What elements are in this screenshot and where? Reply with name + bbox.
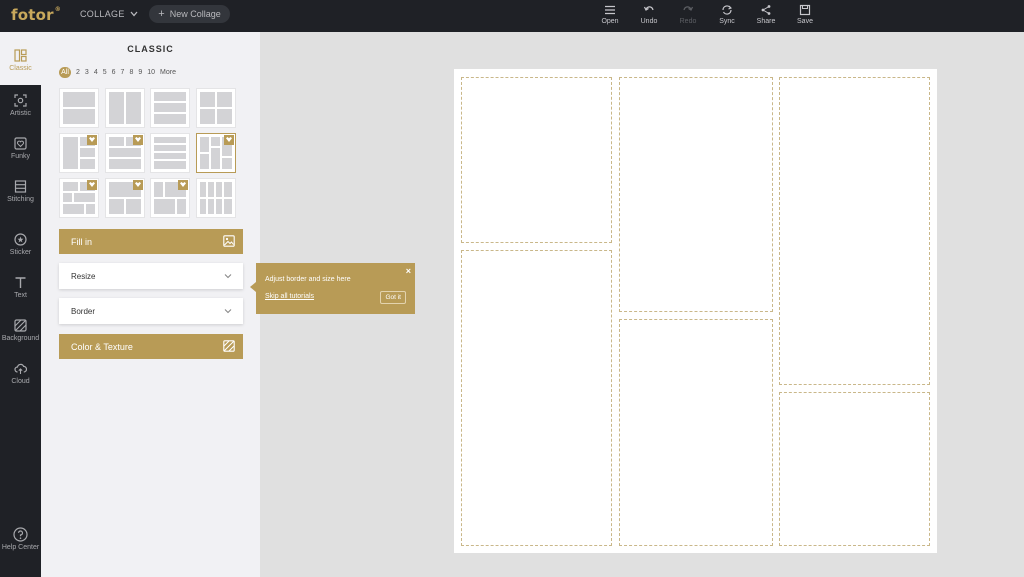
chevron-down-icon [224,309,232,314]
photo-slot[interactable] [461,250,612,546]
sync-button[interactable]: Sync [712,4,742,25]
filter-5[interactable]: 5 [103,69,107,76]
got-it-button[interactable]: Got it [380,291,406,304]
resize-dropdown[interactable]: Resize [59,263,243,289]
photo-slot[interactable] [461,77,612,243]
layout-count-filter: All 2 3 4 5 6 7 8 9 10 More [59,67,176,78]
cloud-icon [14,363,27,374]
artistic-icon [14,94,27,107]
premium-badge-icon [133,180,143,190]
image-icon [223,235,235,247]
open-button[interactable]: Open [595,4,625,25]
share-button[interactable]: Share [751,4,781,25]
panel-title: CLASSIC [127,44,174,54]
photo-slot[interactable] [779,77,930,385]
stitching-icon [14,180,27,193]
mode-selector[interactable]: COLLAGE [80,9,138,19]
nav-classic[interactable]: Classic [0,32,41,85]
layout-template[interactable] [150,88,190,128]
nav-stitching[interactable]: Stitching [0,180,41,203]
layout-template[interactable] [150,133,190,173]
chevron-down-icon [130,11,138,17]
funky-heart-icon [14,137,27,150]
nav-text[interactable]: Text [0,276,41,299]
filter-more[interactable]: More [160,69,176,76]
filter-10[interactable]: 10 [147,69,155,76]
left-nav: Classic Artistic Funky Stitching Sticker… [0,32,41,577]
new-collage-label: New Collage [169,9,221,19]
color-texture-button[interactable]: Color & Texture [59,334,243,359]
premium-badge-icon [87,180,97,190]
menu-icon [605,5,615,15]
plus-icon: + [158,7,165,20]
classic-layout-icon [14,49,27,62]
layout-template[interactable] [196,88,236,128]
sync-icon [722,5,732,15]
redo-icon [683,6,694,11]
close-icon[interactable]: × [406,266,411,276]
nav-background[interactable]: Background [0,319,41,342]
tutorial-tooltip: × Adjust border and size here Skip all t… [250,263,415,314]
skip-tutorials-link[interactable]: Skip all tutorials [265,293,314,300]
layout-template[interactable] [105,133,145,173]
filter-all[interactable]: All [59,67,71,78]
layout-template[interactable] [105,178,145,218]
layout-template-selected[interactable] [196,133,236,173]
redo-button[interactable]: Redo [673,4,703,25]
photo-slot[interactable] [619,319,773,546]
texture-icon [223,340,235,352]
filter-8[interactable]: 8 [129,69,133,76]
tooltip-text: Adjust border and size here [265,276,351,283]
layout-template[interactable] [105,88,145,128]
filter-9[interactable]: 9 [138,69,142,76]
undo-icon [643,6,654,11]
nav-funky[interactable]: Funky [0,137,41,160]
border-dropdown[interactable]: Border [59,298,243,324]
new-collage-button[interactable]: + New Collage [149,5,230,23]
nav-sticker[interactable]: Sticker [0,233,41,256]
collage-canvas [454,69,937,553]
save-icon [799,4,811,16]
filter-4[interactable]: 4 [94,69,98,76]
layout-template[interactable] [196,178,236,218]
layout-template[interactable] [59,178,99,218]
photo-slot[interactable] [619,77,773,312]
premium-badge-icon [87,135,97,145]
nav-artistic[interactable]: Artistic [0,94,41,117]
filter-7[interactable]: 7 [121,69,125,76]
layout-template[interactable] [59,88,99,128]
fill-in-button[interactable]: Fill in [59,229,243,254]
premium-badge-icon [178,180,188,190]
filter-6[interactable]: 6 [112,69,116,76]
classic-panel: CLASSIC All 2 3 4 5 6 7 8 9 10 More Fill… [41,32,260,577]
filter-3[interactable]: 3 [85,69,89,76]
filter-2[interactable]: 2 [76,69,80,76]
text-icon [15,277,26,288]
help-center-button[interactable]: Help Center [0,527,41,551]
nav-cloud[interactable]: Cloud [0,362,41,385]
save-button[interactable]: Save [790,4,820,25]
premium-badge-icon [224,135,234,145]
top-bar: fotor® COLLAGE + New Collage Open Undo R… [0,0,1024,32]
layout-template[interactable] [59,133,99,173]
premium-badge-icon [133,135,143,145]
help-icon [13,527,28,542]
mode-label: COLLAGE [80,9,125,19]
background-icon [14,319,27,332]
photo-slot[interactable] [779,392,930,546]
fotor-logo[interactable]: fotor® [11,6,61,24]
sticker-icon [14,233,27,246]
layout-template[interactable] [150,178,190,218]
undo-button[interactable]: Undo [634,4,664,25]
share-icon [761,5,771,15]
chevron-down-icon [224,274,232,279]
